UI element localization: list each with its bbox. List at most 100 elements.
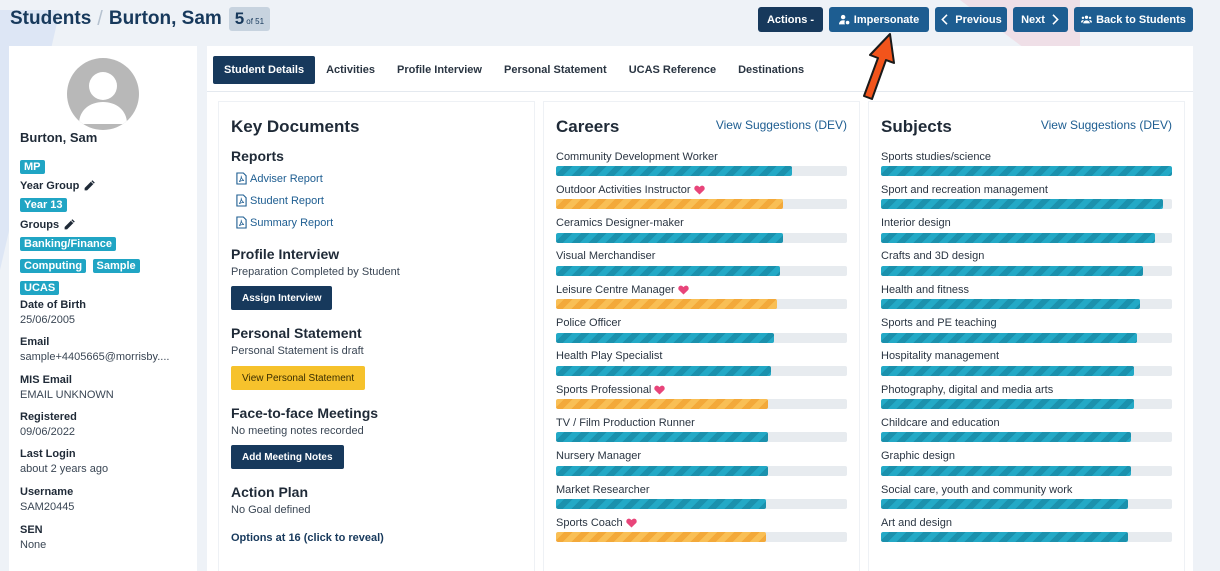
mp-tag-wrap: MP — [20, 157, 45, 175]
bar-label-text: Sports and PE teaching — [881, 317, 997, 329]
bar-track — [556, 232, 847, 243]
tab-ucas-reference[interactable]: UCAS Reference — [618, 56, 727, 84]
bar-label-text: Health and fitness — [881, 283, 970, 296]
assign-interview-button[interactable]: Assign Interview — [231, 286, 333, 310]
list-item[interactable]: Ceramics Designer-maker — [556, 217, 847, 243]
impersonate-label: Impersonate — [853, 13, 920, 26]
pencil-icon[interactable] — [83, 179, 96, 192]
bar-fill — [881, 465, 1132, 476]
tab-personal-statement[interactable]: Personal Statement — [493, 56, 618, 84]
bar-label: Art and design — [881, 516, 1172, 529]
list-item[interactable]: Market Researcher — [556, 483, 847, 509]
bar-label-text: Childcare and education — [881, 416, 1000, 429]
list-item[interactable]: Health and fitness — [881, 283, 1172, 310]
list-item[interactable]: Sports Coach — [556, 516, 847, 543]
bar-label: Health and fitness — [881, 283, 1172, 296]
careers-title: Careers — [556, 117, 620, 136]
dob-value: 25/06/2005 — [20, 314, 76, 326]
impersonate-button[interactable]: Impersonate — [829, 7, 929, 32]
list-item[interactable]: Nursery Manager — [556, 450, 847, 476]
add-meeting-notes-button[interactable]: Add Meeting Notes — [231, 445, 344, 469]
list-item[interactable]: Graphic design — [881, 450, 1172, 476]
previous-label: Previous — [955, 13, 1002, 26]
list-item[interactable]: Hospitality management — [881, 350, 1172, 376]
bar-label: Sports studies/science — [881, 150, 1172, 163]
groups-label: Groups — [20, 218, 140, 231]
counter-number: 5 — [234, 9, 245, 28]
username-block: Username SAM20445 — [20, 486, 190, 513]
list-item[interactable]: Sports Professional — [556, 383, 847, 410]
previous-button[interactable]: Previous — [935, 7, 1007, 32]
actions-button[interactable]: Actions - — [758, 7, 823, 32]
list-item[interactable]: Visual Merchandiser — [556, 250, 847, 276]
tab-profile-interview[interactable]: Profile Interview — [386, 56, 493, 84]
heart-icon — [693, 185, 705, 195]
registered-block: Registered 09/06/2022 — [20, 411, 190, 438]
view-personal-statement-button[interactable]: View Personal Statement — [231, 366, 366, 390]
bar-fill — [556, 232, 783, 243]
list-item[interactable]: Interior design — [881, 217, 1172, 243]
last-login-label: Last Login — [20, 448, 76, 460]
list-item[interactable]: Leisure Centre Manager — [556, 283, 847, 310]
list-item[interactable]: Photography, digital and media arts — [881, 383, 1172, 410]
bar-fill — [881, 399, 1135, 410]
year-group-tag: Year 13 — [20, 198, 67, 212]
bar-label-text: Market Researcher — [556, 483, 650, 496]
list-item[interactable]: TV / Film Production Runner — [556, 416, 847, 443]
careers-view-suggestions-link[interactable]: View Suggestions (DEV) — [716, 118, 847, 132]
username-value: SAM20445 — [20, 501, 75, 513]
list-item[interactable]: Sports studies/science — [881, 150, 1172, 176]
list-item[interactable]: Outdoor Activities Instructor — [556, 183, 847, 210]
chevron-right-icon — [1052, 14, 1059, 25]
tab-activities[interactable]: Activities — [315, 56, 386, 84]
tab-student-details[interactable]: Student Details — [213, 56, 316, 84]
back-to-students-button[interactable]: Back to Students — [1074, 7, 1193, 32]
list-item[interactable]: Police Officer — [556, 317, 847, 343]
bar-label: Nursery Manager — [556, 450, 847, 463]
next-button[interactable]: Next — [1013, 7, 1068, 32]
year-group-label: Year Group — [20, 179, 96, 192]
list-item[interactable]: Health Play Specialist — [556, 350, 847, 376]
adviser-report-label: Adviser Report — [250, 172, 323, 185]
bar-track — [556, 365, 847, 376]
bar-label: Sports Professional — [556, 383, 847, 396]
bar-fill — [881, 199, 1164, 210]
page-title: Burton, Sam — [108, 8, 222, 29]
last-login-value: about 2 years ago — [20, 463, 109, 475]
bar-label: Sports Coach — [556, 516, 847, 529]
sen-label: SEN — [20, 524, 43, 536]
sen-value: None — [20, 539, 47, 551]
bar-label: Hospitality management — [881, 350, 1172, 363]
key-documents-card: Key Documents Reports Adviser Report Stu… — [219, 102, 534, 571]
bar-track — [881, 199, 1172, 210]
list-item[interactable]: Sport and recreation management — [881, 183, 1172, 210]
bar-label: Photography, digital and media arts — [881, 383, 1172, 396]
student-report-link[interactable]: Student Report — [236, 194, 324, 207]
bar-fill — [881, 499, 1129, 509]
list-item[interactable]: Sports and PE teaching — [881, 317, 1172, 343]
bar-label-text: Sport and recreation management — [881, 183, 1048, 196]
pencil-icon[interactable] — [63, 218, 76, 231]
subjects-view-suggestions-link[interactable]: View Suggestions (DEV) — [1041, 118, 1172, 132]
options-at-16-link[interactable]: Options at 16 (click to reveal) — [231, 532, 384, 544]
bar-label-text: Hospitality management — [881, 350, 1000, 363]
adviser-report-link[interactable]: Adviser Report — [236, 172, 323, 185]
bar-fill — [556, 532, 766, 543]
profile-interview-status: Preparation Completed by Student — [231, 266, 400, 278]
list-item[interactable]: Community Development Worker — [556, 150, 847, 176]
bar-label-text: Nursery Manager — [556, 450, 641, 463]
tab-destinations[interactable]: Destinations — [727, 56, 815, 84]
list-item[interactable]: Social care, youth and community work — [881, 483, 1172, 509]
bar-track — [881, 299, 1172, 310]
bar-track — [556, 465, 847, 476]
summary-report-link[interactable]: Summary Report — [236, 216, 333, 229]
group-tag: Computing — [20, 259, 87, 273]
list-item[interactable]: Childcare and education — [881, 416, 1172, 443]
list-item[interactable]: Crafts and 3D design — [881, 250, 1172, 276]
profile-interview-title: Profile Interview — [231, 246, 340, 262]
breadcrumb-students[interactable]: Students — [10, 8, 91, 30]
bar-fill — [556, 432, 769, 443]
list-item[interactable]: Art and design — [881, 516, 1172, 543]
heart-icon — [625, 518, 637, 528]
action-plan-status: No Goal defined — [231, 504, 311, 516]
